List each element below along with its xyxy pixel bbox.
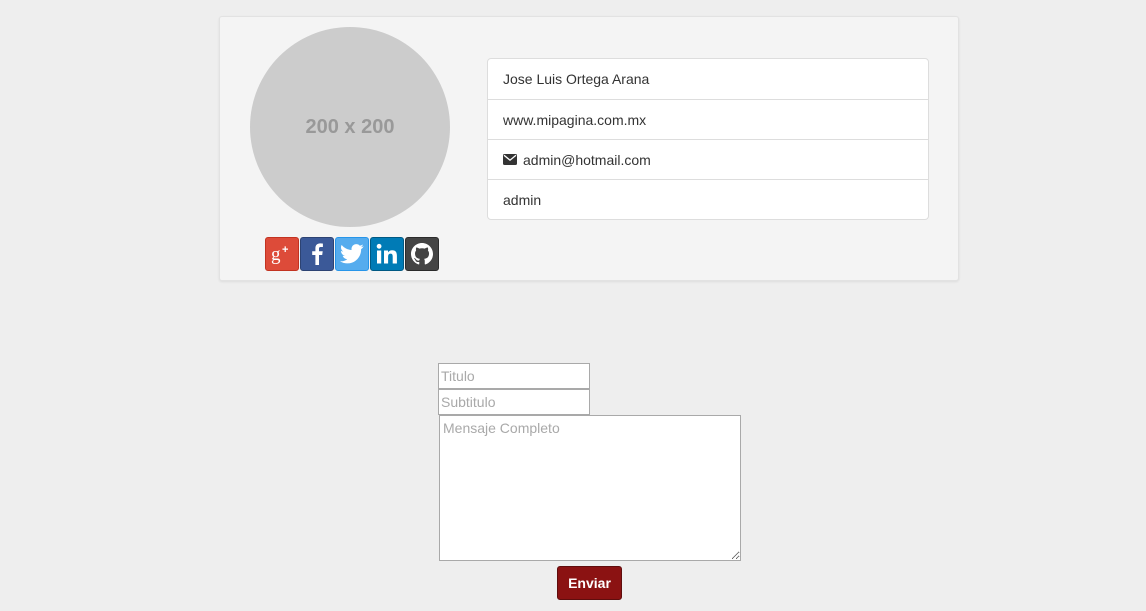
profile-name: Jose Luis Ortega Arana: [488, 59, 928, 99]
svg-text:+: +: [282, 244, 288, 256]
profile-email-text: admin@hotmail.com: [523, 151, 651, 168]
profile-email: admin@hotmail.com: [488, 139, 928, 179]
profile-info-list: Jose Luis Ortega Arana www.mipagina.com.…: [487, 58, 929, 220]
profile-name-text: Jose Luis Ortega Arana: [503, 71, 650, 87]
avatar-placeholder: 200 x 200: [250, 27, 450, 227]
svg-text:g: g: [271, 244, 281, 265]
profile-card: 200 x 200 g + Jose Luis Ortega Arana www…: [219, 16, 959, 281]
social-links: g +: [265, 237, 439, 271]
profile-username: admin: [488, 179, 928, 219]
send-button[interactable]: Enviar: [557, 566, 622, 600]
avatar-placeholder-label: 200 x 200: [305, 115, 395, 138]
profile-username-text: admin: [503, 191, 542, 208]
envelope-icon: [503, 154, 517, 165]
facebook-icon: [312, 243, 323, 265]
profile-website-text: www.mipagina.com.mx: [503, 111, 647, 128]
facebook-button[interactable]: [300, 237, 334, 271]
linkedin-button[interactable]: [370, 237, 404, 271]
github-icon: [411, 243, 433, 265]
message-textarea[interactable]: [439, 415, 741, 561]
twitter-button[interactable]: [335, 237, 369, 271]
linkedin-icon: [376, 243, 397, 264]
google-plus-icon: g +: [271, 244, 288, 265]
profile-website: www.mipagina.com.mx: [488, 99, 928, 139]
subtitle-input[interactable]: [438, 389, 590, 415]
google-plus-button[interactable]: g +: [265, 237, 299, 271]
title-input[interactable]: [438, 363, 590, 389]
twitter-icon: [340, 244, 364, 264]
github-button[interactable]: [405, 237, 439, 271]
